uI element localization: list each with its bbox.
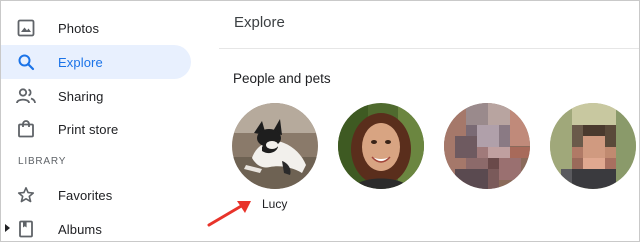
sidebar-item-explore[interactable]: Explore bbox=[1, 45, 191, 79]
sidebar-item-print-store[interactable]: Print store bbox=[1, 112, 191, 146]
search-icon bbox=[15, 53, 37, 71]
person-thumbnail[interactable] bbox=[550, 103, 636, 189]
sidebar-item-favorites[interactable]: Favorites bbox=[1, 178, 191, 212]
sidebar-item-label: Explore bbox=[58, 54, 103, 70]
sidebar-item-label: Photos bbox=[58, 20, 100, 36]
sidebar-item-label: Favorites bbox=[58, 187, 113, 203]
header-divider bbox=[219, 48, 639, 49]
app-window: Photos Explore Sharing Print store LIBRA… bbox=[0, 0, 640, 242]
person-thumbnail-lucy[interactable] bbox=[232, 103, 318, 189]
person-thumbnail[interactable] bbox=[338, 103, 424, 189]
people-and-pets-heading: People and pets bbox=[233, 71, 331, 86]
people-icon bbox=[15, 87, 37, 105]
sidebar: Photos Explore Sharing Print store LIBRA… bbox=[1, 1, 211, 241]
sidebar-item-albums[interactable]: Albums bbox=[1, 212, 191, 241]
photo-icon bbox=[15, 19, 37, 37]
annotation-arrow-icon bbox=[207, 201, 251, 227]
library-section-label: LIBRARY bbox=[18, 156, 67, 167]
sidebar-item-label: Print store bbox=[58, 121, 119, 137]
person-thumbnail[interactable] bbox=[444, 103, 530, 189]
sidebar-item-label: Sharing bbox=[58, 88, 104, 104]
main-content: Explore People and pets Lucy bbox=[219, 1, 639, 241]
person-name-label[interactable]: Lucy bbox=[262, 197, 287, 211]
page-title: Explore bbox=[234, 14, 285, 31]
sidebar-item-label: Albums bbox=[58, 221, 102, 237]
star-icon bbox=[15, 186, 37, 204]
shopping-bag-icon bbox=[15, 120, 37, 138]
sidebar-item-sharing[interactable]: Sharing bbox=[1, 79, 191, 113]
album-icon bbox=[15, 220, 37, 238]
sidebar-item-photos[interactable]: Photos bbox=[1, 11, 191, 45]
